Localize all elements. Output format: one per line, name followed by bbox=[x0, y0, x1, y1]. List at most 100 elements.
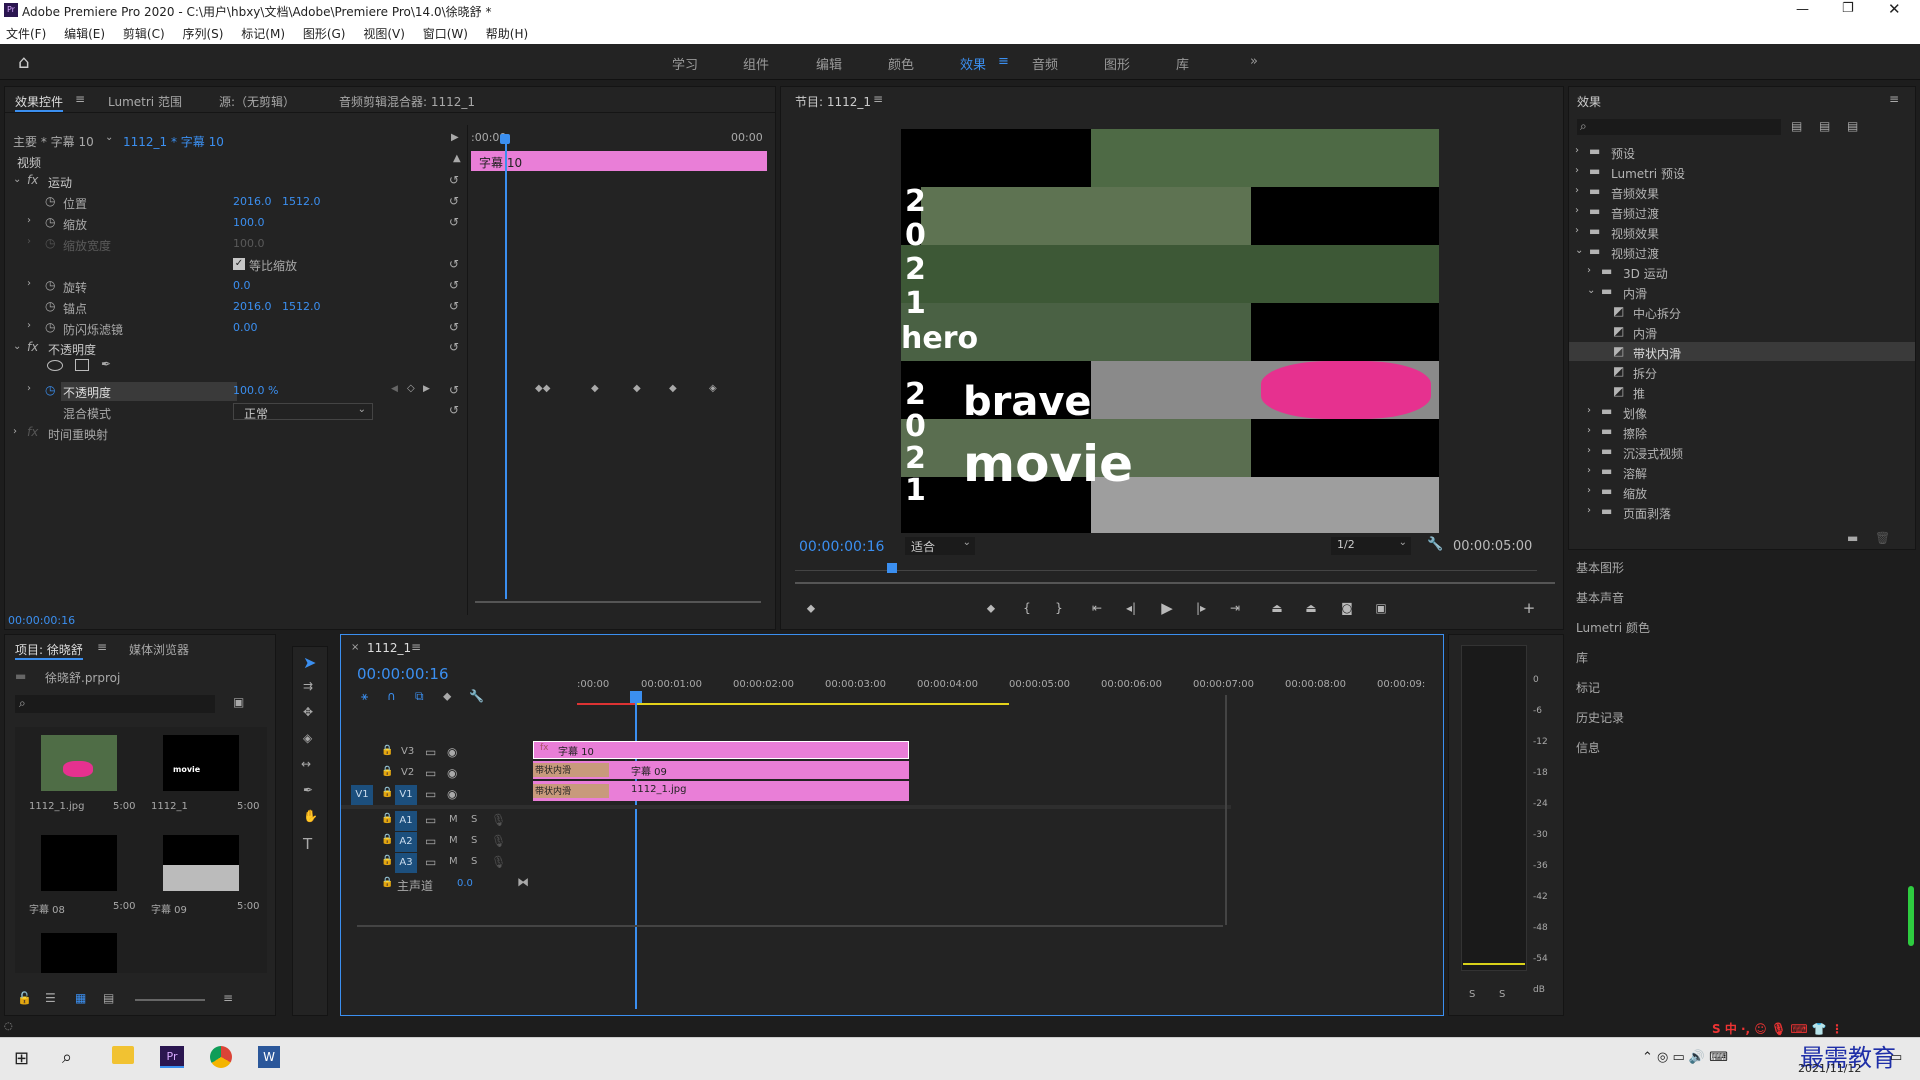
mark-out-icon[interactable]: } bbox=[1049, 601, 1069, 615]
close-button[interactable]: ✕ bbox=[1888, 0, 1901, 18]
keyframe-icon[interactable]: ◆◆ bbox=[535, 383, 550, 394]
tree-arrow-icon[interactable]: › bbox=[1575, 205, 1579, 216]
new-bin-icon[interactable]: ▬ bbox=[1847, 531, 1858, 545]
reset-icon[interactable]: ↺ bbox=[449, 173, 459, 187]
track-label-a1[interactable]: A1 bbox=[395, 811, 417, 831]
mic-icon[interactable]: 🎙 bbox=[491, 813, 506, 827]
workspace-learn[interactable]: 学习 bbox=[672, 54, 698, 73]
tree-arrow-icon[interactable]: › bbox=[1587, 265, 1591, 276]
file-explorer-icon[interactable] bbox=[112, 1046, 134, 1064]
add-marker-icon[interactable]: ⬥ bbox=[981, 601, 1001, 616]
tree-video-transitions[interactable]: 视频过渡 bbox=[1611, 245, 1659, 262]
blend-mode-select[interactable]: 正常 ⌄ bbox=[233, 403, 373, 421]
windows-start-icon[interactable]: ⊞ bbox=[14, 1048, 29, 1069]
lift-icon[interactable]: ⏏ bbox=[1267, 601, 1287, 615]
eye-icon[interactable]: ◉ bbox=[447, 745, 457, 759]
lock-icon[interactable]: 🔒 bbox=[381, 855, 393, 866]
workspace-graphics[interactable]: 图形 bbox=[1104, 54, 1130, 73]
master-clip-label[interactable]: 主要 * 字幕 10 bbox=[13, 133, 94, 150]
tree-arrow-icon[interactable]: › bbox=[1575, 225, 1579, 236]
ripple-edit-icon[interactable]: ✥ bbox=[303, 705, 313, 719]
tree-arrow-icon[interactable]: › bbox=[1587, 405, 1591, 416]
program-timecode[interactable]: 00:00:00:16 bbox=[799, 539, 884, 555]
clip-v2[interactable]: 带状内滑 字幕 09 bbox=[533, 761, 909, 779]
collapse-icon[interactable]: ▲ bbox=[453, 153, 461, 164]
anchor-x-value[interactable]: 2016.0 bbox=[233, 300, 272, 313]
tab-sequence[interactable]: 1112_1 bbox=[367, 641, 411, 655]
tab-menu-icon[interactable]: ≡ bbox=[75, 92, 85, 106]
lock-icon[interactable]: 🔒 bbox=[381, 766, 393, 777]
solo-button[interactable]: S bbox=[471, 856, 477, 867]
uniform-scale-checkbox[interactable]: ✓ bbox=[233, 258, 245, 270]
expand-icon[interactable]: › bbox=[13, 426, 17, 437]
32bit-effects-icon[interactable]: ▤ bbox=[1819, 119, 1830, 133]
delete-icon[interactable]: 🗑 bbox=[1875, 531, 1890, 545]
workspace-menu-icon[interactable]: ≡ bbox=[998, 54, 1009, 69]
eye-icon[interactable]: ◉ bbox=[447, 787, 457, 801]
master-track-value[interactable]: 0.0 bbox=[457, 878, 473, 889]
thumb-1112-1-jpg[interactable] bbox=[41, 735, 117, 791]
reset-icon[interactable]: ↺ bbox=[449, 215, 459, 229]
mark-in-icon[interactable]: { bbox=[1017, 601, 1037, 615]
keyframe-icon[interactable]: ◆ bbox=[633, 383, 641, 394]
workspace-editing[interactable]: 编辑 bbox=[816, 54, 842, 73]
stopwatch-icon[interactable]: ◷ bbox=[45, 320, 55, 334]
tree-audio-effects[interactable]: 音频效果 bbox=[1611, 185, 1659, 202]
tree-slide-folder[interactable]: 内滑 bbox=[1623, 285, 1647, 302]
scale-value[interactable]: 100.0 bbox=[233, 216, 265, 229]
tab-audio-clip-mixer[interactable]: 音频剪辑混合器: 1112_1 bbox=[339, 93, 475, 110]
go-to-in-icon[interactable]: ⇤ bbox=[1087, 601, 1107, 615]
tree-arrow-icon[interactable]: ⌄ bbox=[1575, 245, 1583, 256]
expand-icon[interactable]: › bbox=[27, 278, 31, 289]
track-label-v2[interactable]: V2 bbox=[401, 767, 414, 778]
program-playhead[interactable] bbox=[887, 563, 897, 573]
menu-marker[interactable]: 标记(M) bbox=[241, 27, 285, 41]
tree-band-slide[interactable]: 带状内滑 bbox=[1633, 345, 1681, 362]
nest-icon[interactable]: ⚹ bbox=[361, 689, 368, 704]
pen-mask-icon[interactable]: ✒ bbox=[101, 357, 111, 371]
mic-icon[interactable]: 🎙 bbox=[491, 834, 506, 848]
tree-3d-motion[interactable]: 3D 运动 bbox=[1623, 265, 1668, 282]
workspace-audio[interactable]: 音频 bbox=[1032, 54, 1058, 73]
ellipse-mask-icon[interactable] bbox=[47, 360, 63, 371]
panel-markers[interactable]: 标记 bbox=[1576, 679, 1600, 696]
tree-dissolve[interactable]: 溶解 bbox=[1623, 465, 1647, 482]
linked-selection-icon[interactable]: ⧉ bbox=[415, 689, 424, 704]
tree-video-effects[interactable]: 视频效果 bbox=[1611, 225, 1659, 242]
track-label-a3[interactable]: A3 bbox=[395, 853, 417, 873]
mute-button[interactable]: M bbox=[449, 856, 458, 867]
source-patch-v1[interactable]: V1 bbox=[351, 785, 373, 805]
step-forward-icon[interactable]: |▸ bbox=[1191, 601, 1211, 615]
add-marker-icon[interactable]: ⬥ bbox=[443, 689, 451, 704]
stopwatch-icon[interactable]: ◷ bbox=[45, 215, 55, 229]
tree-page-peel[interactable]: 页面剥落 bbox=[1623, 505, 1671, 522]
effects-title[interactable]: 效果 bbox=[1577, 93, 1601, 110]
minimize-button[interactable]: — bbox=[1796, 2, 1809, 17]
expand-icon[interactable]: ⌄ bbox=[13, 341, 21, 352]
menu-sequence[interactable]: 序列(S) bbox=[182, 27, 223, 41]
tab-media-browser[interactable]: 媒体浏览器 bbox=[129, 641, 189, 658]
solo-button[interactable]: S bbox=[471, 835, 477, 846]
menu-graphics[interactable]: 图形(G) bbox=[303, 27, 346, 41]
timeline-hscroll[interactable] bbox=[357, 925, 1223, 927]
maximize-button[interactable]: ❐ bbox=[1842, 1, 1854, 16]
accelerated-effects-icon[interactable]: ▤ bbox=[1791, 119, 1802, 133]
close-tab-icon[interactable]: × bbox=[351, 642, 359, 653]
ime-toolbar[interactable]: S 中 ·, ☺ 🎙 ⌨ 👕 ⋮ bbox=[1712, 1020, 1843, 1037]
lock-icon[interactable]: 🔒 bbox=[381, 787, 393, 798]
stopwatch-icon[interactable]: ◷ bbox=[45, 383, 55, 397]
word-icon[interactable]: W bbox=[258, 1046, 280, 1068]
play-icon[interactable]: ▶ bbox=[1157, 599, 1177, 617]
lock-icon[interactable]: 🔓 bbox=[17, 991, 32, 1005]
tree-immersive-video[interactable]: 沉浸式视频 bbox=[1623, 445, 1683, 462]
tree-slide[interactable]: 内滑 bbox=[1633, 325, 1657, 342]
panel-lumetri-color[interactable]: Lumetri 颜色 bbox=[1576, 619, 1650, 636]
thumb-1112-1[interactable]: movie bbox=[163, 735, 239, 791]
tree-arrow-icon[interactable]: ⌄ bbox=[1587, 285, 1595, 296]
tree-arrow-icon[interactable]: › bbox=[1575, 185, 1579, 196]
tree-push[interactable]: 推 bbox=[1633, 385, 1645, 402]
play-arrow-icon[interactable]: ▶ bbox=[451, 132, 459, 143]
sequence-clip-label[interactable]: 1112_1 * 字幕 10 bbox=[123, 133, 224, 150]
reset-icon[interactable]: ↺ bbox=[449, 257, 459, 271]
video-frame[interactable]: 2 0 2 1 hero 2 0 2 1 brave movie bbox=[901, 129, 1439, 533]
